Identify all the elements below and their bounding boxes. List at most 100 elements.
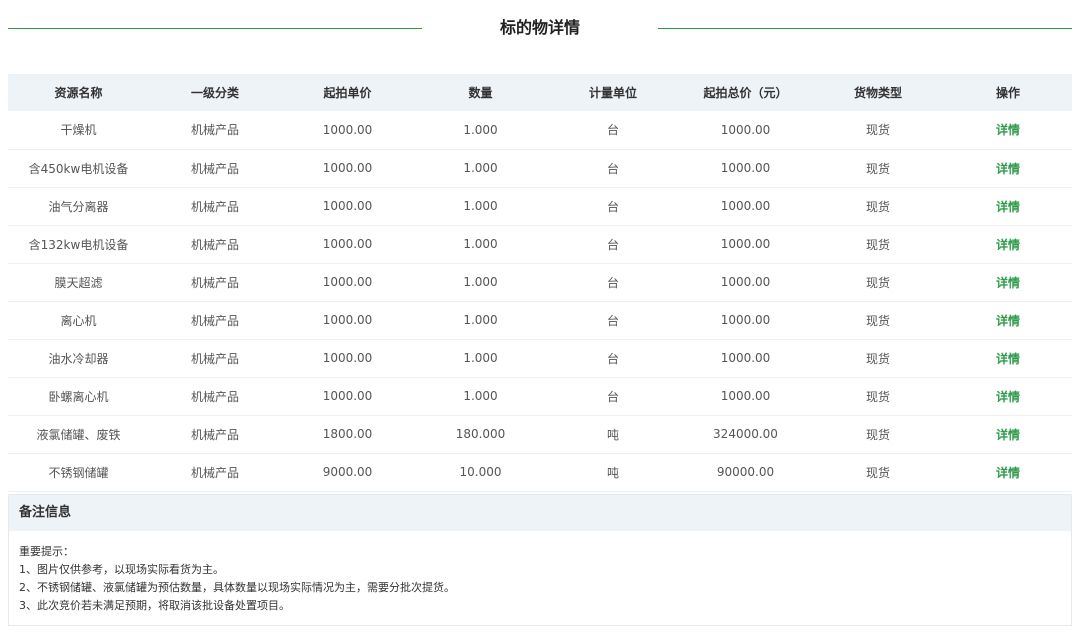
cell-action: 详情 [944, 339, 1072, 377]
cell-goods-type: 现货 [865, 237, 890, 252]
column-header-unit: 计量单位 [588, 86, 637, 100]
items-table: 资源名称 一级分类 起拍单价 数量 计量单位 起拍总价（元） 货物类型 操作 干… [8, 74, 1072, 492]
cell-unit: 台 [606, 389, 619, 404]
remarks-body: 重要提示： 1、图片仅供参考，以现场实际看货为主。 2、不锈钢储罐、液氯储罐为预… [9, 531, 1071, 615]
cell-goods-type: 现货 [865, 199, 890, 214]
cell-category: 机械产品 [190, 275, 239, 290]
cell-action: 详情 [944, 415, 1072, 453]
cell-unit: 台 [606, 199, 619, 214]
cell-resource-name: 不锈钢储罐 [48, 465, 109, 480]
column-header-goods-type: 货物类型 [853, 86, 902, 100]
cell-resource-name: 液氯储罐、废铁 [36, 427, 121, 442]
column-header-action: 操作 [995, 86, 1020, 100]
cell-unit-price: 1000.00 [322, 351, 373, 365]
cell-goods-type: 现货 [865, 123, 890, 138]
cell-goods-type: 现货 [865, 275, 890, 290]
details-link[interactable]: 详情 [996, 314, 1020, 328]
cell-total-price: 90000.00 [716, 465, 775, 479]
cell-quantity: 1.000 [463, 313, 498, 327]
cell-category: 机械产品 [190, 161, 239, 176]
column-header-quantity: 数量 [468, 86, 493, 100]
table-row: 含450kw电机设备 机械产品 1000.00 1.000 台 1000.00 … [8, 149, 1072, 187]
cell-unit: 台 [606, 313, 619, 328]
details-link[interactable]: 详情 [996, 276, 1020, 290]
cell-quantity: 1.000 [463, 237, 498, 251]
title-divider-left [8, 28, 422, 29]
table-body: 干燥机 机械产品 1000.00 1.000 台 1000.00 现货 详情 含… [8, 111, 1072, 491]
cell-quantity: 1.000 [463, 275, 498, 289]
cell-goods-type: 现货 [865, 351, 890, 366]
cell-resource-name: 卧螺离心机 [48, 389, 109, 404]
cell-total-price: 1000.00 [720, 122, 771, 137]
details-link[interactable]: 详情 [996, 238, 1020, 252]
cell-quantity: 1.000 [463, 389, 498, 403]
cell-goods-type: 现货 [865, 313, 890, 328]
details-link[interactable]: 详情 [996, 352, 1020, 366]
cell-unit-price: 1000.00 [322, 199, 373, 213]
cell-action: 详情 [944, 225, 1072, 263]
cell-unit-price: 1000.00 [322, 275, 373, 289]
column-header-unit-price: 起拍单价 [323, 86, 372, 100]
section-title-bar: 标的物详情 [0, 0, 1080, 60]
cell-goods-type: 现货 [865, 389, 890, 404]
remarks-heading: 重要提示： [19, 545, 74, 558]
cell-resource-name: 油气分离器 [48, 199, 109, 214]
table-row: 液氯储罐、废铁 机械产品 1800.00 180.000 吨 324000.00… [8, 415, 1072, 453]
table-header-row: 资源名称 一级分类 起拍单价 数量 计量单位 起拍总价（元） 货物类型 操作 [8, 74, 1072, 111]
table-row: 卧螺离心机 机械产品 1000.00 1.000 台 1000.00 现货 详情 [8, 377, 1072, 415]
cell-action: 详情 [944, 187, 1072, 225]
table-row: 离心机 机械产品 1000.00 1.000 台 1000.00 现货 详情 [8, 301, 1072, 339]
cell-category: 机械产品 [190, 351, 239, 366]
cell-unit-price: 1000.00 [322, 313, 373, 327]
cell-action: 详情 [944, 301, 1072, 339]
remarks-title: 备注信息 [9, 495, 1071, 531]
details-link[interactable]: 详情 [996, 200, 1020, 214]
cell-action: 详情 [944, 149, 1072, 187]
details-link[interactable]: 详情 [996, 428, 1020, 442]
column-header-category: 一级分类 [190, 86, 239, 100]
details-link[interactable]: 详情 [996, 162, 1020, 176]
cell-category: 机械产品 [190, 389, 239, 404]
remarks-panel: 备注信息 重要提示： 1、图片仅供参考，以现场实际看货为主。 2、不锈钢储罐、液… [8, 494, 1072, 626]
cell-unit: 台 [606, 161, 619, 176]
cell-quantity: 1.000 [463, 351, 498, 365]
cell-action: 详情 [944, 263, 1072, 301]
cell-quantity: 180.000 [455, 427, 506, 441]
cell-category: 机械产品 [190, 465, 239, 480]
cell-total-price: 1000.00 [720, 389, 771, 403]
table-row: 油水冷却器 机械产品 1000.00 1.000 台 1000.00 现货 详情 [8, 339, 1072, 377]
cell-unit-price: 1800.00 [322, 427, 373, 441]
table-row: 膜天超滤 机械产品 1000.00 1.000 台 1000.00 现货 详情 [8, 263, 1072, 301]
cell-quantity: 1.000 [463, 122, 498, 137]
cell-quantity: 1.000 [463, 199, 498, 213]
details-link[interactable]: 详情 [996, 390, 1020, 404]
cell-category: 机械产品 [190, 237, 239, 252]
remarks-line: 1、图片仅供参考，以现场实际看货为主。 [19, 563, 224, 576]
cell-unit-price: 9000.00 [322, 465, 373, 479]
cell-action: 详情 [944, 453, 1072, 491]
cell-total-price: 1000.00 [720, 275, 771, 289]
table-row: 油气分离器 机械产品 1000.00 1.000 台 1000.00 现货 详情 [8, 187, 1072, 225]
items-table-container: 资源名称 一级分类 起拍单价 数量 计量单位 起拍总价（元） 货物类型 操作 干… [8, 74, 1072, 492]
details-link[interactable]: 详情 [996, 466, 1020, 480]
remarks-line: 3、此次竞价若未满足预期，将取消该批设备处置项目。 [19, 599, 290, 612]
cell-resource-name: 离心机 [60, 313, 97, 328]
remarks-line: 2、不锈钢储罐、液氯储罐为预估数量，具体数量以现场实际情况为主，需要分批次提货。 [19, 581, 455, 594]
cell-action: 详情 [944, 377, 1072, 415]
cell-unit: 吨 [606, 465, 619, 480]
cell-unit-price: 1000.00 [322, 122, 373, 137]
cell-total-price: 1000.00 [720, 161, 771, 175]
cell-total-price: 1000.00 [720, 237, 771, 251]
details-link[interactable]: 详情 [996, 123, 1020, 137]
table-row: 干燥机 机械产品 1000.00 1.000 台 1000.00 现货 详情 [8, 111, 1072, 149]
cell-total-price: 324000.00 [713, 427, 778, 441]
column-header-resource-name: 资源名称 [54, 86, 103, 100]
cell-unit: 台 [606, 123, 619, 138]
title-divider-right [658, 28, 1072, 29]
cell-action: 详情 [944, 111, 1072, 149]
column-header-total-price: 起拍总价（元） [703, 86, 788, 100]
cell-resource-name: 干燥机 [60, 123, 97, 138]
cell-unit: 台 [606, 351, 619, 366]
cell-resource-name: 膜天超滤 [54, 275, 103, 290]
cell-quantity: 10.000 [459, 465, 502, 479]
